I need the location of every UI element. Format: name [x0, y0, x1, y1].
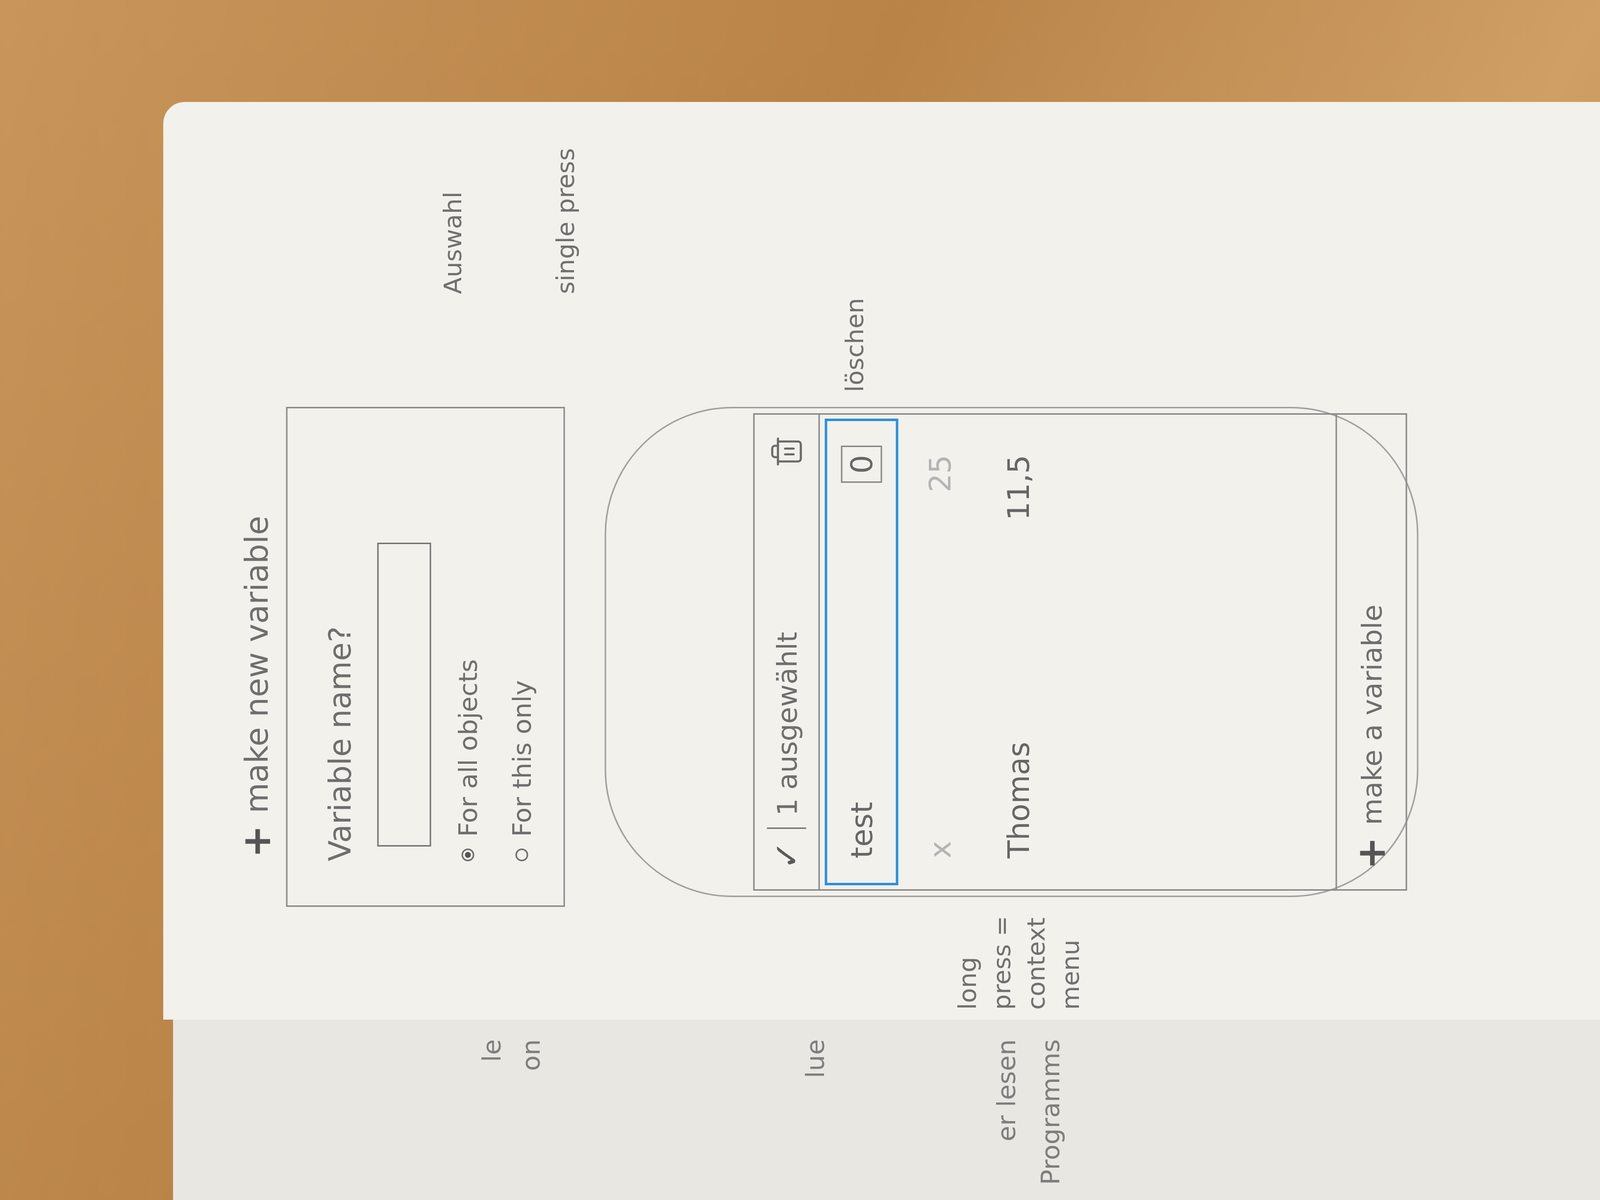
- page-fragment: le: [476, 1039, 507, 1062]
- new-variable-dialog: Variable name? For all objects For this on…: [285, 406, 565, 907]
- variable-row[interactable]: x 25: [902, 418, 977, 886]
- delete-note: löschen: [604, 121, 870, 407]
- heading-label: make new variable: [238, 515, 275, 814]
- note-line: single press: [550, 121, 580, 295]
- note-line: long: [952, 897, 982, 1010]
- variable-row[interactable]: Thomas 11,5: [981, 418, 1055, 886]
- variable-value: 11,5: [997, 445, 1039, 530]
- variable-value: 25: [919, 445, 961, 502]
- check-icon[interactable]: ✓: [766, 840, 807, 870]
- page-fragment: lue: [800, 1039, 830, 1078]
- page-fragment: er lesen: [991, 1039, 1022, 1142]
- sketch: + make new variable Variable name? For all …: [163, 101, 1600, 1020]
- make-variable-button[interactable]: + make a variable: [1335, 414, 1406, 890]
- button-label: make a variable: [1355, 604, 1388, 825]
- long-press-note: longpress =contextmenu: [604, 897, 1085, 1010]
- facing-page: leon lue er lesen Programms: [173, 1019, 1600, 1200]
- radio-button[interactable]: [515, 848, 528, 862]
- variable-name: x: [922, 840, 957, 859]
- note-line: press =: [986, 897, 1017, 1010]
- variable-name: Thomas: [1000, 741, 1036, 859]
- option-label: For this only: [506, 680, 537, 837]
- bar-divider: [766, 827, 806, 829]
- phone-screen: ✓ 1 ausgewählt test 0 x 25 Thomas 11,5 + make a v…: [752, 413, 1407, 891]
- phone-mockup: ✓ 1 ausgewählt test 0 x 25 Thomas 11,5 + make a v…: [604, 406, 1419, 898]
- scope-option[interactable]: For this only: [504, 452, 539, 862]
- page-fragment: on: [516, 1039, 546, 1072]
- option-label: For all objects: [452, 659, 483, 837]
- scope-option[interactable]: For all objects: [450, 452, 485, 862]
- radio-button[interactable]: [461, 848, 475, 862]
- dialog-title: Variable name?: [321, 452, 358, 862]
- note-line: Auswahl: [437, 121, 468, 295]
- selection-count: 1 ausgewählt: [770, 631, 803, 817]
- note-line: menu: [1055, 897, 1085, 1010]
- variable-name: test: [844, 801, 879, 859]
- new-variable-heading: + make new variable: [236, 401, 276, 858]
- variable-name-input[interactable]: [376, 542, 431, 847]
- phone-section: longpress =contextmenu ✓ 1 ausgewählt test 0…: [604, 121, 1419, 1010]
- plus-icon: +: [1351, 836, 1391, 870]
- dialog-column: + make new variable Variable name? For all …: [236, 401, 580, 1010]
- single-press-note: Auswahl single press: [236, 121, 580, 402]
- variable-row[interactable]: test 0: [824, 418, 899, 886]
- variable-value: 0: [840, 445, 882, 483]
- note-line: context: [1021, 897, 1051, 1010]
- selection-action-bar: ✓ 1 ausgewählt: [754, 414, 820, 890]
- notebook-photo: + make new variable Variable name? For all …: [0, 0, 1600, 1200]
- note-line: löschen: [839, 121, 870, 393]
- notebook-page: + make new variable Variable name? For all …: [163, 101, 1600, 1020]
- top-section: + make new variable Variable name? For all …: [236, 121, 580, 1010]
- trash-icon[interactable]: [769, 434, 804, 469]
- page-fragment: Programms: [1035, 1039, 1066, 1185]
- plus-icon: +: [236, 825, 276, 858]
